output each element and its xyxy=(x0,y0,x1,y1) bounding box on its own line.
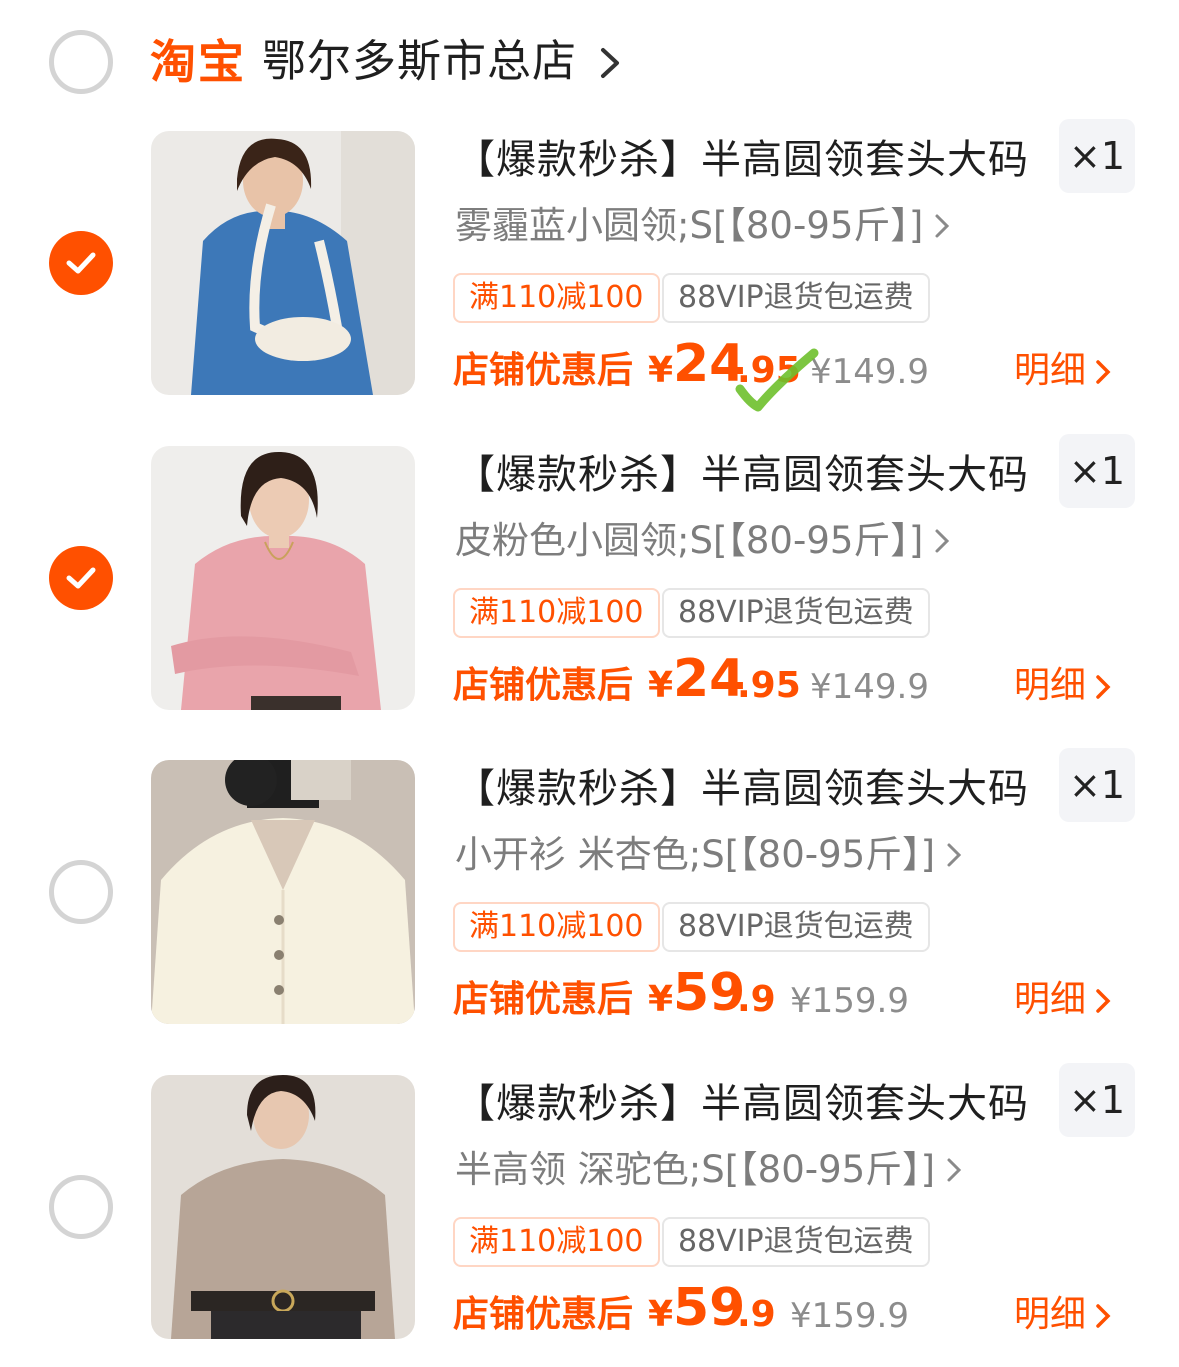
detail-label: 明细 xyxy=(1014,1294,1087,1335)
price-label: 店铺优惠后 xyxy=(453,979,634,1020)
price-decimal: .95 xyxy=(737,665,801,706)
sku-text: 皮粉色小圆领;S[【80-95斤】] xyxy=(455,519,924,562)
sku-text: 雾霾蓝小圆领;S[【80-95斤】] xyxy=(455,204,924,247)
promo-tag: 满110减100 xyxy=(453,588,660,638)
taobao-brand-label: 淘宝 xyxy=(150,35,246,89)
product-thumbnail[interactable] xyxy=(151,760,415,1024)
detail-label: 明细 xyxy=(1014,979,1087,1020)
checkmark-icon xyxy=(66,252,96,274)
price-detail-link[interactable]: 明细 xyxy=(1014,346,1112,396)
shop-select-radio[interactable] xyxy=(49,30,113,94)
product-title[interactable]: 【爆款秒杀】半高圆领套头大码 xyxy=(455,1077,1029,1131)
chevron-right-icon xyxy=(945,832,963,882)
detail-label: 明细 xyxy=(1014,350,1087,391)
chevron-right-icon[interactable] xyxy=(598,46,622,84)
vip-return-tag: 88VIP退货包运费 xyxy=(662,1217,930,1267)
cart-item: 【爆款秒杀】半高圆领套头大码 ×1 小开衫 米杏色;S[【80-95斤】] 满1… xyxy=(0,748,1179,1060)
checkmark-icon xyxy=(66,567,96,589)
quantity-badge[interactable]: ×1 xyxy=(1059,434,1135,508)
item-select-radio[interactable] xyxy=(49,1175,113,1239)
cart-item: 【爆款秒杀】半高圆领套头大码 ×1 皮粉色小圆领;S[【80-95斤】] 满11… xyxy=(0,434,1179,746)
cart-item: 【爆款秒杀】半高圆领套头大码 ×1 雾霾蓝小圆领;S[【80-95斤】] 满11… xyxy=(0,119,1179,431)
chevron-right-icon xyxy=(1096,989,1111,1013)
price-label: 店铺优惠后 xyxy=(453,350,634,391)
price-detail-link[interactable]: 明细 xyxy=(1014,975,1112,1025)
price-decimal: .9 xyxy=(737,1294,776,1335)
item-select-radio[interactable] xyxy=(49,546,113,610)
chevron-right-icon xyxy=(945,1147,963,1197)
shop-name-link[interactable]: 鄂尔多斯市总店 xyxy=(262,30,577,94)
sku-selector[interactable]: 皮粉色小圆领;S[【80-95斤】] xyxy=(455,516,951,568)
sku-text: 小开衫 米杏色;S[【80-95斤】] xyxy=(455,833,936,876)
sku-selector[interactable]: 小开衫 米杏色;S[【80-95斤】] xyxy=(455,830,963,882)
chevron-right-icon xyxy=(933,518,951,568)
promo-tag: 满110减100 xyxy=(453,902,660,952)
sku-text: 半高领 深驼色;S[【80-95斤】] xyxy=(455,1148,936,1191)
product-title[interactable]: 【爆款秒杀】半高圆领套头大码 xyxy=(455,448,1029,502)
green-checkmark-icon xyxy=(735,348,819,412)
detail-label: 明细 xyxy=(1014,665,1087,706)
original-price: ¥159.9 xyxy=(790,981,909,1021)
promo-tag: 满110减100 xyxy=(453,1217,660,1267)
item-select-radio[interactable] xyxy=(49,231,113,295)
chevron-right-icon xyxy=(1096,675,1111,699)
currency-symbol: ¥ xyxy=(648,1294,674,1335)
original-price: ¥149.9 xyxy=(810,352,929,392)
quantity-badge[interactable]: ×1 xyxy=(1059,1063,1135,1137)
quantity-badge[interactable]: ×1 xyxy=(1059,119,1135,193)
price-label: 店铺优惠后 xyxy=(453,1294,634,1335)
product-thumbnail[interactable] xyxy=(151,446,415,710)
product-title[interactable]: 【爆款秒杀】半高圆领套头大码 xyxy=(455,762,1029,816)
chevron-right-icon xyxy=(1096,360,1111,384)
vip-return-tag: 88VIP退货包运费 xyxy=(662,273,930,323)
shop-header: 淘宝 鄂尔多斯市总店 xyxy=(0,0,1179,120)
price-detail-link[interactable]: 明细 xyxy=(1014,661,1112,711)
item-select-radio[interactable] xyxy=(49,860,113,924)
vip-return-tag: 88VIP退货包运费 xyxy=(662,902,930,952)
quantity-badge[interactable]: ×1 xyxy=(1059,748,1135,822)
currency-symbol: ¥ xyxy=(648,350,674,391)
price-integer: 24 xyxy=(673,649,746,709)
sku-selector[interactable]: 雾霾蓝小圆领;S[【80-95斤】] xyxy=(455,201,951,253)
currency-symbol: ¥ xyxy=(648,979,674,1020)
price-integer: 59 xyxy=(673,1278,746,1338)
vip-return-tag: 88VIP退货包运费 xyxy=(662,588,930,638)
product-thumbnail[interactable] xyxy=(151,1075,415,1339)
cart-item: 【爆款秒杀】半高圆领套头大码 ×1 半高领 深驼色;S[【80-95斤】] 满1… xyxy=(0,1063,1179,1367)
price-decimal: .9 xyxy=(737,979,776,1020)
product-title[interactable]: 【爆款秒杀】半高圆领套头大码 xyxy=(455,133,1029,187)
original-price: ¥159.9 xyxy=(790,1296,909,1336)
price-integer: 59 xyxy=(673,963,746,1023)
sku-selector[interactable]: 半高领 深驼色;S[【80-95斤】] xyxy=(455,1145,963,1197)
product-thumbnail[interactable] xyxy=(151,131,415,395)
chevron-right-icon xyxy=(1096,1304,1111,1328)
original-price: ¥149.9 xyxy=(810,667,929,707)
price-label: 店铺优惠后 xyxy=(453,665,634,706)
chevron-right-icon xyxy=(933,203,951,253)
price-detail-link[interactable]: 明细 xyxy=(1014,1290,1112,1340)
currency-symbol: ¥ xyxy=(648,665,674,706)
promo-tag: 满110减100 xyxy=(453,273,660,323)
